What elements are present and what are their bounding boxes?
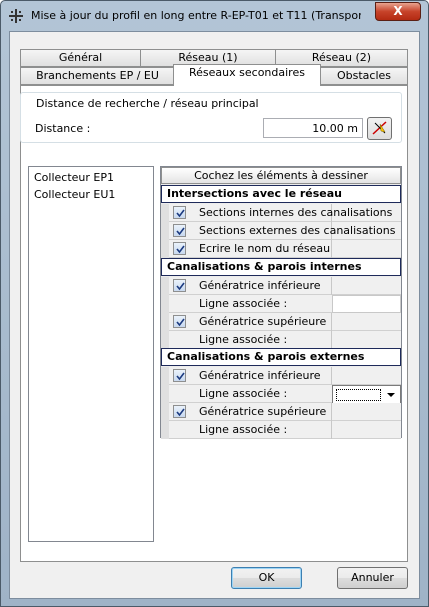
row-label: Ecrire le nom du réseau	[199, 242, 331, 255]
tab-obstacles[interactable]: Obstacles	[320, 67, 408, 85]
tab-general[interactable]: Général	[20, 49, 141, 67]
tab-reseaux-secondaires[interactable]: Réseaux secondaires	[173, 64, 321, 86]
checkbox[interactable]	[173, 242, 186, 255]
check-icon	[176, 408, 185, 417]
checkbox[interactable]	[173, 279, 186, 292]
row-label: Ligne associée :	[199, 333, 288, 346]
distance-input[interactable]	[263, 118, 363, 138]
tab-branchements[interactable]: Branchements EP / EU	[20, 67, 175, 85]
line-value-field[interactable]	[332, 295, 401, 313]
checkbox[interactable]	[173, 224, 186, 237]
row-label: Génératrice inférieure	[199, 369, 321, 382]
grid-row[interactable]: Sections internes des canalisations	[161, 204, 401, 222]
line-select-dropdown[interactable]	[332, 385, 401, 405]
network-list[interactable]: Collecteur EP1 Collecteur EU1	[28, 166, 154, 542]
row-label: Génératrice inférieure	[199, 279, 321, 292]
row-label: Génératrice supérieure	[199, 405, 327, 418]
grid-row[interactable]: Génératrice supérieure	[161, 313, 401, 331]
grid-row[interactable]: Ligne associée :	[161, 421, 401, 439]
check-icon	[176, 318, 185, 327]
checkbox[interactable]	[173, 369, 186, 382]
distance-label: Distance :	[35, 122, 91, 135]
check-icon	[176, 245, 185, 254]
row-label: Ligne associée :	[199, 387, 288, 400]
grid-row[interactable]: Sections externes des canalisations	[161, 222, 401, 240]
section-parois-externes: Canalisations & parois externes	[161, 348, 401, 366]
row-label: Ligne associée :	[199, 297, 288, 310]
section-parois-internes: Canalisations & parois internes	[161, 258, 401, 276]
pick-distance-button[interactable]	[367, 117, 392, 140]
close-button[interactable]: X	[375, 2, 421, 21]
line-select-value	[336, 389, 381, 401]
element-grid: Cochez les éléments à dessiner Intersect…	[160, 166, 402, 439]
app-icon	[9, 9, 23, 23]
check-icon	[176, 227, 185, 236]
row-label: Ligne associée :	[199, 423, 288, 436]
ok-button[interactable]: OK	[231, 567, 302, 589]
row-label: Sections internes des canalisations	[199, 206, 393, 219]
grid-row[interactable]: Ligne associée :	[161, 385, 401, 405]
check-icon	[176, 372, 185, 381]
section-intersections: Intersections avec le réseau principal	[161, 185, 401, 216]
grid-row[interactable]: Génératrice inférieure	[161, 367, 401, 385]
check-icon	[176, 209, 185, 218]
cancel-button[interactable]: Annuler	[337, 567, 408, 589]
grid-row[interactable]: Ligne associée :	[161, 331, 401, 349]
grid-row[interactable]: Ligne associée :	[161, 295, 401, 313]
grid-row[interactable]: Génératrice supérieure	[161, 403, 401, 421]
row-label: Génératrice supérieure	[199, 315, 327, 328]
check-icon	[176, 282, 185, 291]
search-group-title: Distance de recherche / réseau principal	[36, 97, 259, 110]
title-bar[interactable]: Mise à jour du profil en long entre R-EP…	[1, 1, 428, 31]
pick-point-icon	[372, 121, 387, 135]
list-item[interactable]: Collecteur EU1	[34, 188, 115, 201]
grid-row[interactable]: Ecrire le nom du réseau	[161, 240, 401, 258]
checkbox[interactable]	[173, 315, 186, 328]
grid-header: Cochez les éléments à dessiner	[161, 167, 401, 184]
chevron-down-icon[interactable]	[387, 393, 395, 397]
checkbox[interactable]	[173, 405, 186, 418]
window-title: Mise à jour du profil en long entre R-EP…	[31, 9, 361, 22]
checkbox[interactable]	[173, 206, 186, 219]
grid-row[interactable]: Génératrice inférieure	[161, 277, 401, 295]
row-label: Sections externes des canalisations	[199, 224, 396, 237]
list-item[interactable]: Collecteur EP1	[34, 171, 114, 184]
